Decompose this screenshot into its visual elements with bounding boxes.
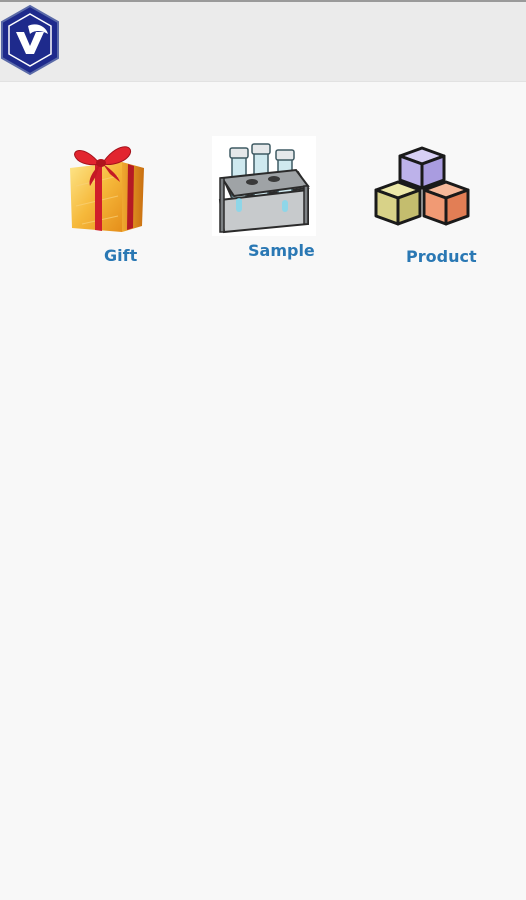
main-content: Gift Sample Product (0, 82, 526, 900)
menu-item-product-label: Product (406, 247, 477, 266)
menu-item-sample-label: Sample (248, 241, 315, 260)
app-logo-icon[interactable] (0, 4, 60, 76)
menu-item-gift[interactable]: Gift (56, 134, 166, 274)
gift-box-icon (62, 136, 150, 236)
menu-item-sample[interactable]: Sample (210, 134, 330, 274)
menu-item-product[interactable]: Product (366, 140, 486, 280)
menu-item-gift-label: Gift (104, 246, 138, 265)
app-bar (0, 0, 526, 82)
stacked-cubes-icon (372, 142, 476, 234)
test-tube-rack-icon (212, 136, 316, 236)
